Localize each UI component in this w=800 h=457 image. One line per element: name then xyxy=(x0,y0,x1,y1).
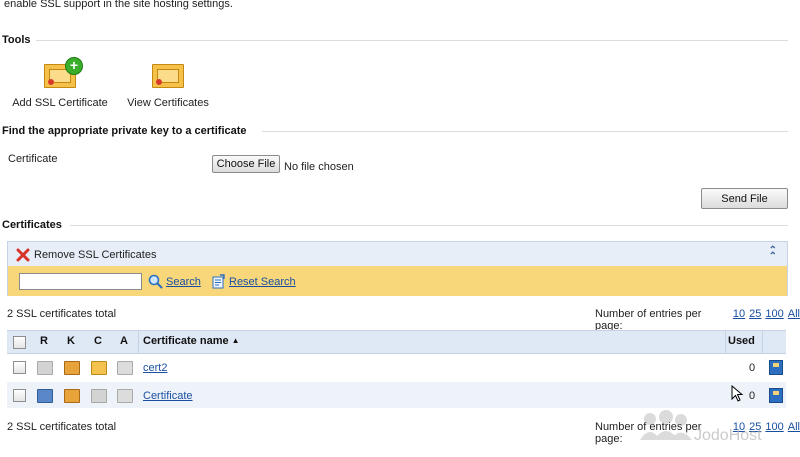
page-size-10[interactable]: 10 xyxy=(733,308,745,332)
sort-ascending-icon: ▲ xyxy=(231,336,240,345)
select-all-checkbox[interactable] xyxy=(13,336,26,349)
remove-icon xyxy=(16,248,30,262)
remove-ssl-certificates-button[interactable]: Remove SSL Certificates xyxy=(16,248,156,262)
column-c: C xyxy=(94,335,102,347)
collapse-icon[interactable]: ⌃ ⌃ xyxy=(769,246,777,262)
column-r: R xyxy=(40,335,48,347)
page-size-all[interactable]: All xyxy=(788,421,800,445)
search-icon xyxy=(148,274,163,289)
page-size-100[interactable]: 100 xyxy=(765,421,783,445)
ssl-status-icon xyxy=(37,361,53,375)
column-certificate-name-label: Certificate name xyxy=(143,335,229,347)
certificate-name-link[interactable]: cert2 xyxy=(143,362,167,374)
table-row: cert2 0 xyxy=(7,354,786,380)
page-size-25[interactable]: 25 xyxy=(749,308,761,332)
download-icon[interactable] xyxy=(769,388,783,403)
row-checkbox[interactable] xyxy=(13,361,26,374)
entries-per-page: Number of entries per page: 10 25 100 Al… xyxy=(595,308,800,332)
tools-title: Tools xyxy=(2,34,31,46)
table-row: Certificate 0 xyxy=(7,382,786,408)
certificate-icon xyxy=(91,389,107,403)
certificates-table-header: R K C A Certificate name ▲ Used xyxy=(7,330,786,354)
page-size-100[interactable]: 100 xyxy=(765,308,783,332)
ca-certificate-icon xyxy=(117,361,133,375)
watermark-logo xyxy=(636,410,692,447)
people-icon xyxy=(640,410,692,440)
search-link[interactable]: Search xyxy=(166,276,201,288)
private-key-icon xyxy=(64,389,80,403)
entries-per-page-label: Number of entries per page: xyxy=(595,308,702,332)
tools-divider xyxy=(36,40,788,41)
column-a: A xyxy=(120,335,128,347)
ssl-status-icon xyxy=(37,389,53,403)
remove-ssl-certificates-label: Remove SSL Certificates xyxy=(34,249,157,261)
watermark-text: JodoHost xyxy=(694,427,762,444)
search-input[interactable] xyxy=(19,273,142,290)
reset-search-link[interactable]: Reset Search xyxy=(229,276,296,288)
view-certificates-icon xyxy=(152,64,184,88)
choose-file-button[interactable]: Choose File xyxy=(212,155,280,173)
search-button[interactable]: Search xyxy=(148,274,201,289)
row-checkbox[interactable] xyxy=(13,389,26,402)
add-certificate-icon: + xyxy=(44,57,83,88)
certificate-name-link[interactable]: Certificate xyxy=(143,390,193,402)
used-count: 0 xyxy=(749,390,756,402)
add-ssl-certificate-label: Add SSL Certificate xyxy=(12,97,108,109)
certificates-total-text-bottom: 2 SSL certificates total xyxy=(7,421,117,433)
send-file-button[interactable]: Send File xyxy=(701,188,788,209)
no-file-chosen-text: No file chosen xyxy=(284,161,354,173)
intro-text: enable SSL support in the site hosting s… xyxy=(4,0,233,10)
mouse-cursor-icon xyxy=(731,385,744,402)
add-ssl-certificate-button[interactable]: + Add SSL Certificate xyxy=(10,57,110,109)
column-certificate-name[interactable]: Certificate name ▲ xyxy=(143,335,240,347)
find-key-divider xyxy=(262,131,788,132)
certificates-title: Certificates xyxy=(2,219,62,231)
download-icon[interactable] xyxy=(769,360,783,375)
certificates-divider xyxy=(70,225,788,226)
search-bar: Search Reset Search xyxy=(7,266,788,296)
column-used: Used xyxy=(728,335,755,347)
find-key-title: Find the appropriate private key to a ce… xyxy=(2,125,247,137)
ca-certificate-icon xyxy=(117,389,133,403)
certificate-field-label: Certificate xyxy=(8,153,58,165)
private-key-icon xyxy=(64,361,80,375)
certificates-total-text: 2 SSL certificates total xyxy=(7,308,117,320)
reset-search-button[interactable]: Reset Search xyxy=(211,274,296,289)
page-size-all[interactable]: All xyxy=(788,308,800,332)
column-k: K xyxy=(67,335,75,347)
view-certificates-button[interactable]: View Certificates xyxy=(118,64,218,109)
certificate-icon xyxy=(91,361,107,375)
used-count: 0 xyxy=(749,362,756,374)
certificates-panel-header: Remove SSL Certificates ⌃ ⌃ xyxy=(7,241,788,267)
reset-search-icon xyxy=(212,274,225,289)
view-certificates-label: View Certificates xyxy=(127,97,209,109)
